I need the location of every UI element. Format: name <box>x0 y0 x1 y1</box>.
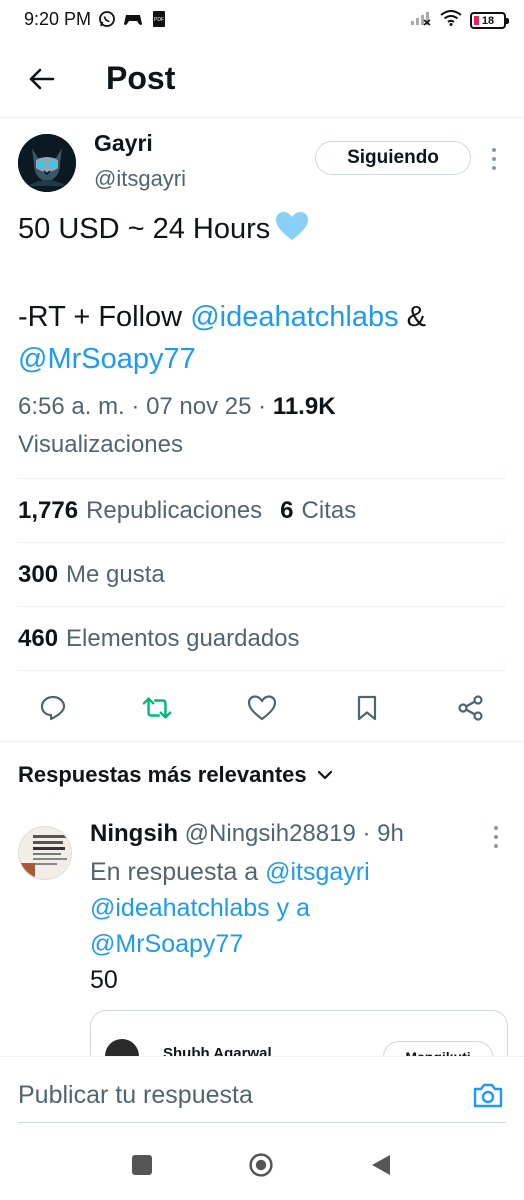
tweet-text: 50 USD ~ 24 Hours -RT + Follow @ideahatc… <box>18 208 508 380</box>
replies-sort-label: Respuestas más relevantes <box>18 762 307 787</box>
views-count: 11.9K <box>272 393 336 420</box>
bookmark-icon <box>357 695 377 721</box>
reposts-count[interactable]: 1,776 <box>18 497 78 525</box>
meta-separator: · <box>124 393 147 420</box>
views-label: Visualizaciones <box>18 431 183 458</box>
reply-context-line-2: @ideahatchlabs y a <box>90 890 490 926</box>
repost-icon <box>142 697 172 719</box>
reply-author-name[interactable]: Ningsih <box>90 820 178 847</box>
mention-mrsoapy77[interactable]: @MrSoapy77 <box>18 343 196 375</box>
reply-text: 50 <box>90 966 118 994</box>
chevron-down-icon <box>317 770 332 780</box>
arrow-left-icon <box>29 68 55 90</box>
author-name[interactable]: Gayri <box>94 130 153 157</box>
reply-body: En respuesta a @itsgayri @ideahatchlabs … <box>90 854 490 998</box>
square-icon <box>132 1155 152 1175</box>
likes-row[interactable]: 300 Me gusta <box>18 542 506 606</box>
bookmarks-row[interactable]: 460 Elementos guardados <box>18 606 506 670</box>
tweet-line-2-suffix: & <box>398 301 427 333</box>
reply-separator: · <box>355 820 378 847</box>
author-avatar[interactable] <box>18 134 76 192</box>
top-bar: Post <box>0 40 524 118</box>
like-button[interactable] <box>247 693 277 723</box>
mention-ideahatchlabs[interactable]: @ideahatchlabs <box>90 894 270 922</box>
reply-author-handle[interactable]: @Ningsih28819 <box>185 820 356 847</box>
bookmarks-label: Elementos guardados <box>66 624 300 652</box>
reply-more-options-icon[interactable] <box>489 826 503 848</box>
more-options-icon[interactable] <box>487 148 501 170</box>
reply-button[interactable] <box>38 693 68 723</box>
reply-context-prefix: En respuesta a <box>90 858 266 886</box>
author-handle[interactable]: @itsgayri <box>94 166 186 192</box>
system-icons: 18 <box>410 10 509 31</box>
reply-input[interactable]: Publicar tu respuesta <box>18 1081 253 1110</box>
tweet-line-2-prefix: -RT + Follow <box>18 301 191 333</box>
battery-icon: 18 <box>470 12 509 29</box>
share-icon <box>458 695 483 721</box>
battery-level: 18 <box>481 14 495 27</box>
status-time: 9:20 PM <box>24 9 92 29</box>
svg-text:PDF: PDF <box>154 17 164 23</box>
bookmarks-count: 460 <box>18 624 59 652</box>
reply-time: 9h <box>377 820 404 847</box>
notification-icons: PDF <box>97 9 169 29</box>
reply-context-line-1: En respuesta a @itsgayri <box>90 854 490 890</box>
back-button[interactable] <box>24 62 58 96</box>
meta-separator: · <box>251 393 273 420</box>
recents-button[interactable] <box>129 1152 155 1178</box>
tweet-line-1: 50 USD ~ 24 Hours <box>18 208 508 254</box>
replies-sort-dropdown[interactable]: Respuestas más relevantes <box>18 762 333 788</box>
compose-underline <box>18 1122 506 1123</box>
bookmark-button[interactable] <box>352 693 382 723</box>
repost-button[interactable] <box>142 693 172 723</box>
reply-author-avatar[interactable] <box>18 826 72 880</box>
status-bar: 9:20 PM PDF 18 <box>0 0 524 40</box>
circle-icon <box>249 1153 273 1177</box>
tweet-actions <box>18 670 506 740</box>
camera-button[interactable] <box>472 1081 504 1109</box>
page-title: Post <box>106 60 176 96</box>
following-button[interactable]: Siguiendo <box>315 141 471 175</box>
back-nav-button[interactable] <box>368 1152 394 1178</box>
light-blue-heart-icon <box>274 210 310 254</box>
quotes-count[interactable]: 6 <box>280 497 293 525</box>
tweet-line-1-text: 50 USD ~ 24 Hours <box>18 213 271 245</box>
game-controller-icon <box>123 9 143 29</box>
tweet-meta: 6:56 a. m. · 07 nov 25 · 11.9K Visualiza… <box>18 388 508 464</box>
reply-header: Ningsih @Ningsih28819 · 9h <box>90 820 404 848</box>
reply-context-line-3: @MrSoapy77 <box>90 926 490 962</box>
signal-icon <box>410 10 432 31</box>
reposts-label[interactable]: Republicaciones <box>86 497 262 525</box>
reposts-quotes-row: 1,776 Republicaciones 6 Citas <box>18 478 506 542</box>
camera-icon <box>473 1083 503 1108</box>
wifi-icon <box>440 10 462 31</box>
tweet-line-3: @MrSoapy77 <box>18 338 508 380</box>
reply-compose-bar: Publicar tu respuesta <box>0 1056 524 1126</box>
mention-mrsoapy77[interactable]: @MrSoapy77 <box>90 930 243 958</box>
tweet-timestamp-line: 6:56 a. m. · 07 nov 25 · 11.9K <box>18 388 508 426</box>
system-nav-bar <box>0 1130 524 1200</box>
share-button[interactable] <box>456 693 486 723</box>
mention-ideahatchlabs[interactable]: @ideahatchlabs <box>190 301 398 333</box>
quotes-label[interactable]: Citas <box>302 497 357 525</box>
likes-count: 300 <box>18 560 59 588</box>
tweet-time: 6:56 a. m. <box>18 393 125 420</box>
reply-context-conj: y a <box>269 894 310 922</box>
whatsapp-icon <box>97 9 117 29</box>
mention-itsgayri[interactable]: @itsgayri <box>265 858 370 886</box>
tweet-line-2: -RT + Follow @ideahatchlabs & <box>18 296 508 338</box>
pdf-icon: PDF <box>149 9 169 29</box>
heart-outline-icon <box>247 695 277 721</box>
home-button[interactable] <box>248 1152 274 1178</box>
reply-icon <box>40 695 66 721</box>
likes-label: Me gusta <box>66 560 165 588</box>
section-divider <box>0 741 524 742</box>
tweet-date: 07 nov 25 <box>146 393 252 420</box>
triangle-back-icon <box>372 1155 390 1175</box>
